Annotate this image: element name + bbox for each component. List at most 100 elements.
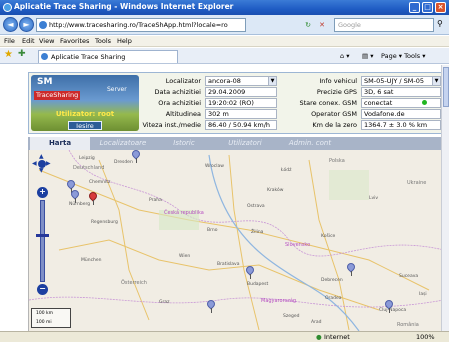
field-label-operator-gsm: Operator GSM xyxy=(311,110,357,118)
chevron-down-icon: ▼ xyxy=(268,77,276,85)
window-title: Aplicatie Trace Sharing - Windows Intern… xyxy=(14,2,234,11)
tab-admin-cont[interactable]: Admin. cont xyxy=(278,137,342,150)
label-debrecen: Debrecen xyxy=(321,278,343,283)
label-kosice: Košice xyxy=(321,234,336,239)
km-zero-value: 1364.7 ± 3.0 % km xyxy=(361,120,441,130)
tab-page-icon xyxy=(41,53,48,60)
label-polska: Polska xyxy=(329,158,345,164)
tab-istoric[interactable]: Istoric xyxy=(156,137,212,150)
label-regensburg: Regensburg xyxy=(91,220,118,225)
search-input[interactable]: Google xyxy=(334,18,434,32)
stop-icon[interactable]: ✕ xyxy=(316,19,328,31)
pan-left-icon[interactable]: ◀ xyxy=(32,160,37,167)
forward-button[interactable]: ► xyxy=(19,17,34,32)
menu-file[interactable]: File xyxy=(4,37,15,45)
page-tools-menu[interactable]: Page ▾ Tools ▾ xyxy=(381,52,425,60)
favorites-star-icon[interactable]: ★ xyxy=(4,49,13,60)
label-wroclaw: Wroclaw xyxy=(205,164,224,169)
label-lviv: Lviv xyxy=(369,196,379,201)
status-zone: Internet xyxy=(324,333,350,341)
tab-harta[interactable]: Harta xyxy=(30,137,90,150)
label-budapest: Budapest xyxy=(247,282,269,287)
field-label-precizie-gps: Precizie GPS xyxy=(316,88,357,96)
label-ukraine: Ukraine xyxy=(407,180,427,186)
label-praha: Praha xyxy=(149,198,162,203)
home-icon[interactable]: ⌂ ▾ xyxy=(340,52,349,60)
field-label-stare-gsm: Stare conex. GSM xyxy=(299,99,357,107)
map-roads xyxy=(29,150,443,331)
page-scrollbar[interactable] xyxy=(441,65,449,331)
field-label-data: Data achizitiei xyxy=(154,88,201,96)
label-arad: Arad xyxy=(311,320,322,325)
back-button[interactable]: ◄ xyxy=(3,17,18,32)
label-munchen: München xyxy=(81,258,102,263)
label-wien: Wien xyxy=(179,254,191,259)
pan-up-icon[interactable]: ▲ xyxy=(39,153,44,160)
close-button[interactable]: × xyxy=(435,2,446,13)
field-label-km-zero: Km de la zero xyxy=(312,121,357,129)
menu-view[interactable]: View xyxy=(39,37,54,45)
field-label-viteza: Viteza inst./medie xyxy=(142,121,202,129)
zoom-slider[interactable] xyxy=(40,200,45,282)
stare-gsm-value: conectat xyxy=(361,98,441,108)
zoom-in-button[interactable]: + xyxy=(37,187,48,198)
label-dresden: Dresden xyxy=(114,160,133,165)
vehicle-marker-stem xyxy=(389,308,390,313)
label-krakow: Kraków xyxy=(267,188,284,193)
menu-favorites[interactable]: Favorites xyxy=(60,37,89,45)
menu-edit[interactable]: Edit xyxy=(22,37,35,45)
pan-control[interactable]: ▲ ▼ ◀ ▶ xyxy=(32,153,51,174)
navigation-bar: ◄ ► http://www.tracesharing.ro/TraceShAp… xyxy=(0,15,449,35)
label-iasi: Iași xyxy=(419,292,427,297)
menu-tools[interactable]: Tools xyxy=(95,37,111,45)
label-brno: Brno xyxy=(207,228,218,233)
label-zilina: Žilina xyxy=(251,230,264,235)
current-user: Utilizator: root xyxy=(55,110,115,118)
label-romania: România xyxy=(397,322,419,328)
status-bar: ● Internet 100% xyxy=(0,331,449,342)
pan-down-icon[interactable]: ▼ xyxy=(39,167,44,174)
search-icon[interactable]: ⚲ xyxy=(437,19,443,28)
tab-localizatoare[interactable]: Localizatoare xyxy=(92,137,154,150)
vehicle-marker-stem xyxy=(75,198,76,203)
tab-trace-sharing[interactable]: Aplicatie Trace Sharing xyxy=(38,50,178,63)
label-nurnberg: Nürnberg xyxy=(69,202,91,207)
address-text: http://www.tracesharing.ro/TraceShApp.ht… xyxy=(49,21,228,29)
menu-help[interactable]: Help xyxy=(117,37,132,45)
label-cluj: Cluj-Napoca xyxy=(379,308,407,313)
label-lodz: Łódź xyxy=(281,168,292,173)
refresh-icon[interactable]: ↻ xyxy=(302,19,314,31)
logo-server: Server xyxy=(107,86,127,93)
feeds-icon[interactable]: ▤ ▾ xyxy=(362,52,373,60)
stare-gsm-text: conectat xyxy=(364,99,393,107)
scrollbar-thumb[interactable] xyxy=(443,67,449,107)
field-label-localizator: Localizator xyxy=(165,77,201,85)
viteza-value: 86.40 / 50.94 km/h xyxy=(205,120,277,130)
tab-bar: ★ ✚ Aplicatie Trace Sharing ⌂ ▾ ▤ ▾ Page… xyxy=(0,48,449,64)
label-szeged: Szeged xyxy=(283,314,300,319)
tab-utilizatori[interactable]: Utilizatori xyxy=(214,137,276,150)
label-magyarorszag: Magyarország xyxy=(261,298,297,304)
gsm-status-icon xyxy=(422,100,428,105)
address-bar[interactable]: http://www.tracesharing.ro/TraceShApp.ht… xyxy=(36,18,246,32)
page-icon xyxy=(39,21,47,29)
label-osterreich: Österreich xyxy=(121,280,147,286)
ora-achizitiei-value: 19:20:02 (RO) xyxy=(205,98,277,108)
maximize-button[interactable]: □ xyxy=(422,2,433,13)
zoom-level[interactable]: 100% xyxy=(416,333,435,341)
label-leipzig: Leipzig xyxy=(79,156,95,161)
pan-right-icon[interactable]: ▶ xyxy=(46,160,51,167)
scale-mi: 100 mi xyxy=(36,320,52,325)
vehicle-select[interactable]: SM-05-UJY / SM-05 ▼ xyxy=(361,76,441,86)
map-scale: 100 km 100 mi xyxy=(31,308,71,328)
map-view[interactable]: Deutschland Leipzig Dresden Chemnitz Nür… xyxy=(28,150,443,331)
app-logo: SM Server TraceSharing Utilizator: root … xyxy=(31,75,139,131)
logout-button[interactable]: Iesire xyxy=(68,121,102,130)
localizator-select[interactable]: ancora-08 ▼ xyxy=(205,76,277,86)
minimize-button[interactable]: _ xyxy=(409,2,420,13)
ie-icon xyxy=(3,3,12,12)
add-favorites-icon[interactable]: ✚ xyxy=(18,49,26,59)
zoom-out-button[interactable]: − xyxy=(37,284,48,295)
chevron-down-icon: ▼ xyxy=(432,77,440,85)
zoom-slider-handle[interactable] xyxy=(36,234,49,237)
